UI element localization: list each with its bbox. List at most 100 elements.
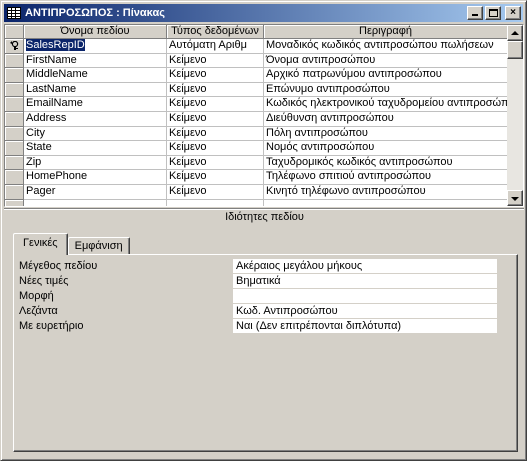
description-cell-text: Κωδικός ηλεκτρονικού ταχυδρομείου αντιπρ…: [266, 97, 508, 110]
description-cell[interactable]: [264, 199, 508, 206]
description-cell[interactable]: Αρχικό πατρωνύμου αντιπροσώπου: [264, 68, 508, 83]
row-selector[interactable]: [5, 97, 24, 112]
property-value-field[interactable]: Ακέραιος μεγάλου μήκους: [233, 259, 497, 273]
vertical-scrollbar[interactable]: [507, 25, 523, 206]
minimize-button[interactable]: [467, 6, 483, 20]
field-name-cell[interactable]: FirstName: [24, 53, 167, 69]
field-row[interactable]: State Κείμενο Νομός αντιπροσώπου: [5, 141, 508, 156]
data-type-cell[interactable]: Κείμενο: [167, 111, 264, 127]
field-name-cell[interactable]: MiddleName: [24, 68, 167, 83]
tab-lookup[interactable]: Εμφάνιση: [67, 237, 130, 255]
row-selector[interactable]: [5, 170, 24, 185]
data-type-cell[interactable]: Κείμενο: [167, 82, 264, 98]
data-type-cell[interactable]: Κείμενο: [167, 53, 264, 69]
header-data-type[interactable]: Τύπος δεδομένων: [167, 25, 264, 39]
header-description[interactable]: Περιγραφή: [264, 25, 508, 39]
field-name-cell[interactable]: State: [24, 141, 167, 156]
property-value-field[interactable]: Κωδ. Αντιπροσώπου: [233, 304, 497, 318]
field-row[interactable]: FirstName Κείμενο Όνομα αντιπροσώπου: [5, 53, 508, 69]
data-type-cell[interactable]: Κείμενο: [167, 155, 264, 171]
data-type-cell-text: Κείμενο: [169, 53, 207, 66]
description-cell[interactable]: Επώνυμο αντιπροσώπου: [264, 82, 508, 98]
field-name-cell[interactable]: Pager: [24, 184, 167, 200]
tab-general[interactable]: Γενικές: [13, 233, 68, 255]
field-row[interactable]: LastName Κείμενο Επώνυμο αντιπροσώπου: [5, 82, 508, 98]
data-type-cell-text: Κείμενο: [169, 82, 207, 95]
description-cell[interactable]: Διεύθυνση αντιπροσώπου: [264, 111, 508, 127]
row-selector[interactable]: [5, 184, 24, 200]
field-row[interactable]: City Κείμενο Πόλη αντιπροσώπου: [5, 126, 508, 142]
field-name-cell[interactable]: HomePhone: [24, 170, 167, 185]
description-cell[interactable]: Νομός αντιπροσώπου: [264, 141, 508, 156]
description-cell[interactable]: Κωδικός ηλεκτρονικού ταχυδρομείου αντιπρ…: [264, 97, 508, 112]
field-row[interactable]: [5, 199, 508, 206]
row-selector[interactable]: [5, 82, 24, 98]
row-selector[interactable]: [5, 126, 24, 142]
field-name-cell-text: SalesRepID: [26, 39, 85, 51]
data-type-cell[interactable]: Κείμενο: [167, 97, 264, 112]
scroll-up-icon: [511, 31, 519, 35]
scroll-thumb[interactable]: [507, 41, 523, 59]
data-type-cell[interactable]: Κείμενο: [167, 170, 264, 185]
data-type-cell[interactable]: Κείμενο: [167, 126, 264, 142]
scroll-up-button[interactable]: [507, 25, 523, 41]
field-name-cell-text: LastName: [26, 82, 77, 95]
row-selector[interactable]: [5, 68, 24, 83]
description-cell[interactable]: Μοναδικός κωδικός αντιπροσώπου πωλήσεων: [264, 39, 508, 54]
header-field-name[interactable]: Όνομα πεδίου: [24, 25, 167, 39]
field-row[interactable]: Zip Κείμενο Ταχυδρομικός κωδικός αντιπροσώ…: [5, 155, 508, 171]
title-bar[interactable]: ΑΝΤΙΠΡΟΣΩΠΟΣ : Πίνακας ×: [4, 4, 523, 22]
description-cell-text: Πόλη αντιπροσώπου: [266, 126, 368, 139]
description-cell[interactable]: Κινητό τηλέφωνο αντιπροσώπου: [264, 184, 508, 200]
description-cell-text: Μοναδικός κωδικός αντιπροσώπου πωλήσεων: [266, 39, 494, 51]
row-selector[interactable]: [5, 155, 24, 171]
field-row[interactable]: Address Κείμενο Διεύθυνση αντιπροσώπου: [5, 111, 508, 127]
description-cell-text: Τηλέφωνο σπιτιού αντιπροσώπου: [266, 170, 432, 183]
row-selector[interactable]: [5, 199, 24, 206]
property-value-field[interactable]: Βηματικά: [233, 274, 497, 288]
property-label: Νέες τιμές: [19, 275, 69, 287]
field-name-cell-text: FirstName: [26, 53, 77, 66]
field-name-cell[interactable]: Address: [24, 111, 167, 127]
window-title: ΑΝΤΙΠΡΟΣΩΠΟΣ : Πίνακας: [25, 7, 165, 19]
field-name-cell[interactable]: LastName: [24, 82, 167, 98]
description-cell[interactable]: Πόλη αντιπροσώπου: [264, 126, 508, 142]
property-value-field[interactable]: [233, 289, 497, 303]
field-row[interactable]: HomePhone Κείμενο Τηλέφωνο σπιτιού αντιπρο…: [5, 170, 508, 185]
field-row[interactable]: SalesRepID Αυτόματη Αριθμ Μοναδικός κωδικό…: [5, 39, 508, 54]
maximize-button[interactable]: [485, 6, 501, 20]
description-cell[interactable]: Τηλέφωνο σπιτιού αντιπροσώπου: [264, 170, 508, 185]
data-type-cell[interactable]: Αυτόματη Αριθμ: [167, 39, 264, 54]
grid-rows: SalesRepID Αυτόματη Αριθμ Μοναδικός κωδικό…: [5, 39, 508, 206]
field-row[interactable]: MiddleName Κείμενο Αρχικό πατρωνύμου αντιπ…: [5, 68, 508, 83]
header-selector[interactable]: [5, 25, 24, 39]
description-cell[interactable]: Όνομα αντιπροσώπου: [264, 53, 508, 69]
row-selector[interactable]: [5, 111, 24, 127]
field-name-cell[interactable]: [24, 199, 167, 206]
field-name-cell-text: State: [26, 141, 52, 154]
row-selector[interactable]: [5, 53, 24, 69]
row-selector[interactable]: [5, 39, 24, 54]
field-name-cell[interactable]: City: [24, 126, 167, 142]
table-icon: [7, 7, 21, 19]
field-row[interactable]: EmailName Κείμενο Κωδικός ηλεκτρονικού ταχ…: [5, 97, 508, 112]
row-selector[interactable]: [5, 141, 24, 156]
property-row: Μέγεθος πεδίου Ακέραιος μεγάλου μήκους: [19, 259, 510, 274]
data-type-cell-text: Κείμενο: [169, 126, 207, 139]
property-row: Νέες τιμές Βηματικά: [19, 274, 510, 289]
close-button[interactable]: ×: [505, 6, 521, 20]
scroll-down-button[interactable]: [507, 190, 523, 206]
property-value-field[interactable]: Ναι (Δεν επιτρέπονται διπλότυπα): [233, 319, 497, 333]
field-name-cell[interactable]: EmailName: [24, 97, 167, 112]
field-name-cell[interactable]: SalesRepID: [24, 39, 167, 54]
data-type-cell-text: Κείμενο: [169, 111, 207, 124]
property-label: Μέγεθος πεδίου: [19, 260, 98, 272]
data-type-cell[interactable]: [167, 199, 264, 206]
field-row[interactable]: Pager Κείμενο Κινητό τηλέφωνο αντιπροσώπου: [5, 184, 508, 200]
data-type-cell[interactable]: Κείμενο: [167, 141, 264, 156]
description-cell-text: Διεύθυνση αντιπροσώπου: [266, 111, 394, 124]
data-type-cell[interactable]: Κείμενο: [167, 68, 264, 83]
field-name-cell[interactable]: Zip: [24, 155, 167, 171]
data-type-cell[interactable]: Κείμενο: [167, 184, 264, 200]
description-cell[interactable]: Ταχυδρομικός κωδικός αντιπροσώπου: [264, 155, 508, 171]
